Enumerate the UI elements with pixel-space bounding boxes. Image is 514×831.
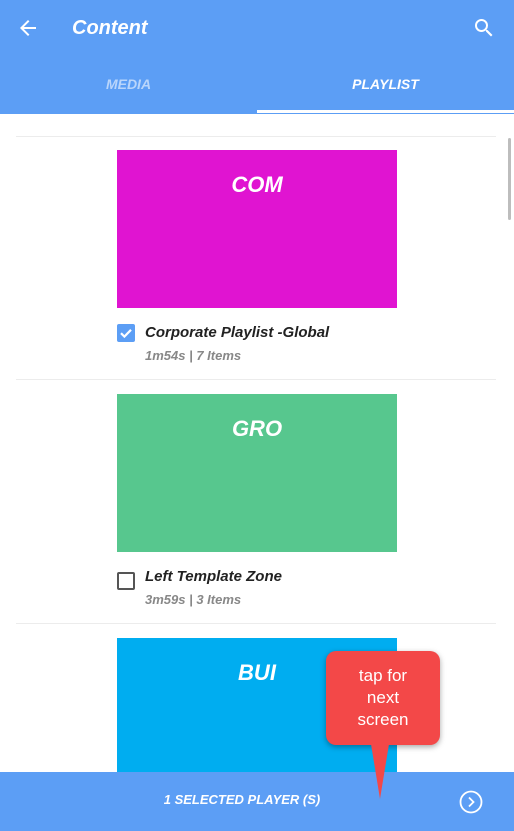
divider bbox=[16, 136, 496, 137]
thumbnail-label: GRO bbox=[231, 416, 283, 441]
playlist-thumbnail[interactable]: GRO bbox=[117, 394, 397, 552]
thumbnail-label: COM bbox=[231, 172, 283, 197]
back-button[interactable] bbox=[16, 16, 40, 40]
callout-pointer bbox=[371, 744, 389, 799]
tooltip-callout: tap for next screen bbox=[326, 651, 440, 745]
next-button[interactable] bbox=[459, 790, 483, 814]
playlist-meta: 3m59s | 3 Items bbox=[145, 592, 242, 607]
playlist-name[interactable]: Corporate Playlist -Global bbox=[145, 324, 329, 341]
tab-media[interactable]: MEDIA bbox=[0, 70, 257, 98]
chevron-right-circle-icon bbox=[459, 790, 483, 814]
playlist-checkbox[interactable] bbox=[117, 572, 135, 590]
callout-line: screen bbox=[357, 710, 409, 729]
scrollbar[interactable] bbox=[508, 138, 511, 220]
playlist-name[interactable]: Left Template Zone bbox=[145, 568, 282, 585]
check-icon bbox=[120, 329, 132, 339]
page-title: Content bbox=[72, 17, 148, 39]
app-bar: Content MEDIA PLAYLIST bbox=[0, 0, 514, 114]
bottom-bar: 1 SELECTED PLAYER (S) bbox=[0, 772, 514, 831]
search-icon bbox=[475, 19, 493, 37]
playlist-checkbox[interactable] bbox=[117, 324, 135, 342]
divider bbox=[16, 379, 496, 380]
playlist-meta: 1m54s | 7 Items bbox=[145, 348, 242, 363]
arrow-back-icon bbox=[20, 20, 36, 36]
callout-line: tap for bbox=[358, 666, 408, 685]
tab-playlist[interactable]: PLAYLIST bbox=[257, 70, 514, 98]
callout-line: next bbox=[366, 688, 400, 707]
divider bbox=[16, 623, 496, 624]
search-button[interactable] bbox=[472, 16, 496, 40]
tab-indicator bbox=[257, 110, 514, 113]
playlist-thumbnail[interactable]: COM bbox=[117, 150, 397, 308]
